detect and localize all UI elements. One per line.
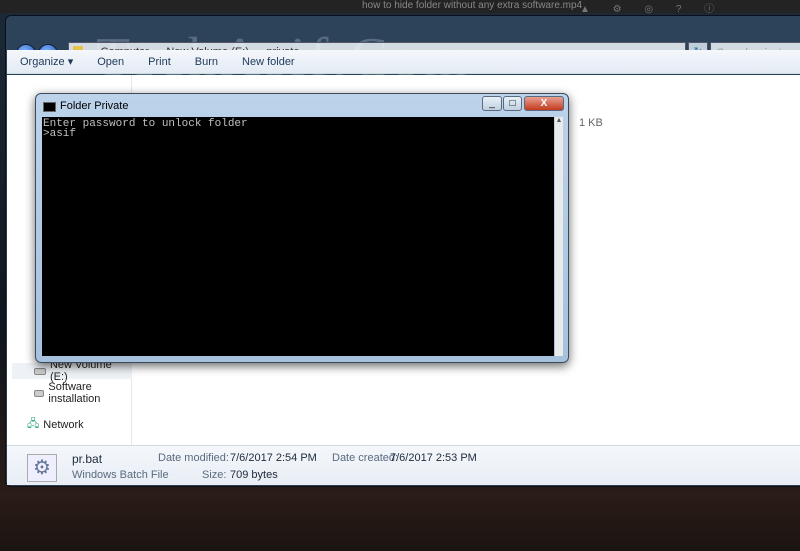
organize-button[interactable]: Organize ▾: [20, 55, 73, 68]
minimize-button[interactable]: _: [482, 96, 502, 111]
size-value: 709 bytes: [230, 469, 278, 481]
console-window: Folder Private _ □ X Enter password to u…: [35, 93, 569, 363]
player-icons: ▲ ⚙ ◎ ? ⓘ: [580, 4, 725, 15]
modified-label: Date modified:: [158, 452, 229, 464]
drive-icon: [34, 367, 46, 375]
details-pane: ⚙ pr.bat Windows Batch File Date modifie…: [7, 445, 800, 485]
created-label: Date created:: [332, 452, 399, 464]
console-scrollbar[interactable]: ▲: [555, 117, 563, 356]
created-value: 7/6/2017 2:53 PM: [390, 452, 477, 464]
video-title: how to hide folder without any extra sof…: [362, 0, 583, 11]
open-button[interactable]: Open: [97, 56, 124, 68]
network-icon: 🖧: [27, 418, 40, 430]
file-size: 1 KB: [579, 117, 603, 129]
nav-network[interactable]: 🖧 Network: [27, 415, 84, 434]
console-title: Folder Private: [60, 100, 129, 112]
new-folder-button[interactable]: New folder: [242, 56, 295, 68]
nav-drive-e[interactable]: New Volume (E:): [12, 359, 132, 383]
batch-file-icon: ⚙: [27, 454, 57, 482]
modified-value: 7/6/2017 2:54 PM: [230, 452, 317, 464]
console-icon: [43, 102, 56, 112]
toolbar: Organize ▾ Open Print Burn New folder: [7, 50, 800, 74]
file-type: Windows Batch File: [72, 469, 169, 481]
burn-button[interactable]: Burn: [195, 56, 218, 68]
maximize-button[interactable]: □: [503, 96, 522, 111]
print-button[interactable]: Print: [148, 56, 171, 68]
console-output[interactable]: Enter password to unlock folder >asif: [42, 117, 554, 356]
file-name: pr.bat: [72, 452, 103, 466]
video-title-bar: how to hide folder without any extra sof…: [0, 0, 800, 15]
nav-drive-software[interactable]: Software installation: [34, 381, 131, 405]
drive-icon: [34, 389, 45, 397]
close-button[interactable]: X: [524, 96, 564, 111]
size-label: Size:: [202, 469, 227, 481]
